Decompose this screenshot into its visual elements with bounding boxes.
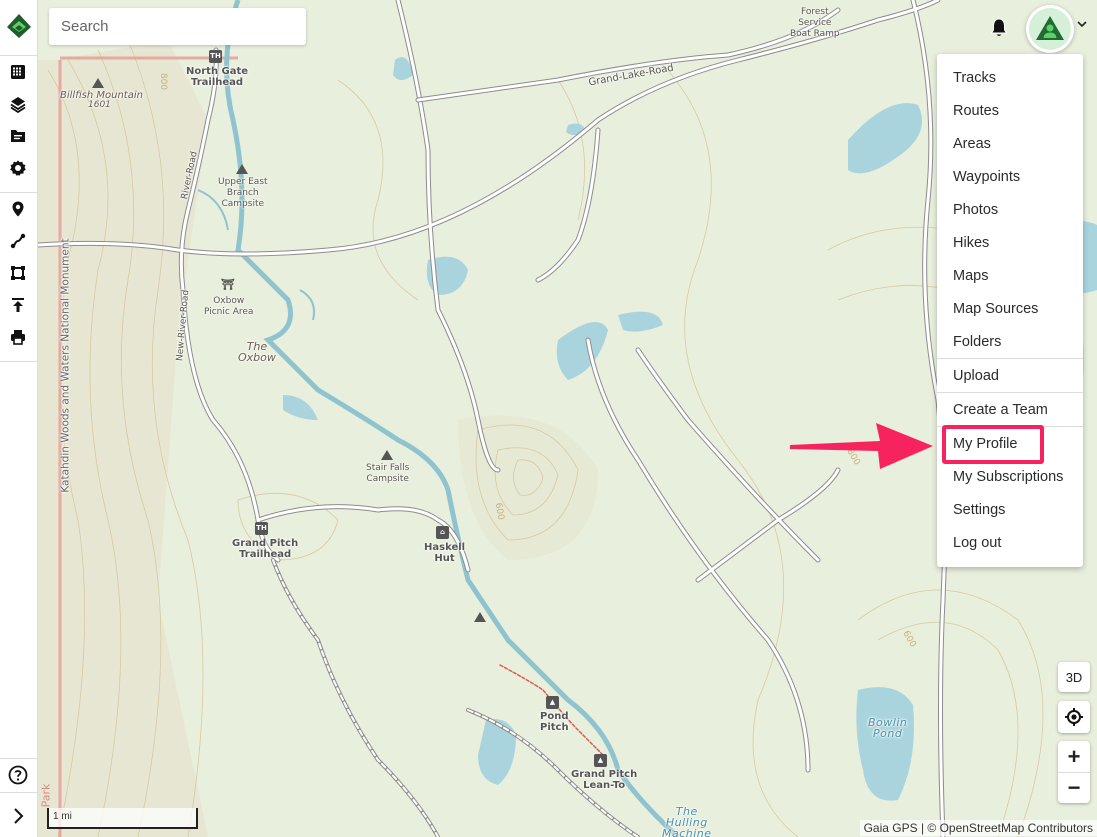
sidebar-divider bbox=[0, 55, 38, 56]
menu-item-routes[interactable]: Routes bbox=[953, 102, 999, 120]
menu-item-upload[interactable]: Upload bbox=[953, 367, 999, 385]
chevron-right-icon[interactable] bbox=[7, 805, 29, 827]
crosshair-icon bbox=[1065, 708, 1083, 726]
menu-item-folders[interactable]: Folders bbox=[953, 333, 1001, 351]
menu-item-hikes[interactable]: Hikes bbox=[953, 234, 989, 252]
map-label-oxbow-picnic-area: Oxbow Picnic Area bbox=[204, 296, 254, 317]
gear-icon[interactable] bbox=[7, 157, 29, 179]
map-label-upper-east-branch: Upper East Branch Campsite bbox=[218, 177, 268, 209]
help-icon[interactable] bbox=[7, 764, 29, 786]
zoom-out-button[interactable]: − bbox=[1058, 772, 1090, 803]
gaia-logo-icon[interactable] bbox=[6, 13, 32, 39]
menu-item-my-subscriptions[interactable]: My Subscriptions bbox=[953, 468, 1063, 486]
map-label-bowlin-pond: Bowlin Pond bbox=[868, 716, 908, 740]
campsite-icon bbox=[381, 450, 393, 460]
map-label-north-gate-trailhead: North Gate Trailhead bbox=[186, 66, 249, 88]
lean-to-icon: ▲ bbox=[546, 696, 559, 709]
left-sidebar bbox=[0, 0, 38, 837]
campsite-icon bbox=[236, 164, 248, 174]
campsite-icon bbox=[474, 612, 486, 622]
menu-item-my-profile[interactable]: My Profile bbox=[953, 435, 1017, 453]
picnic-icon: ⛩ bbox=[221, 278, 235, 291]
map-label-grand-pitch-trailhead: Grand Pitch Trailhead bbox=[232, 538, 299, 560]
chevron-down-icon[interactable] bbox=[1076, 17, 1088, 29]
map-label-stair-falls-campsite: Stair Falls Campsite bbox=[366, 463, 410, 484]
map-label-billfish-elevation: 1601 bbox=[88, 100, 111, 110]
menu-divider bbox=[937, 358, 1083, 359]
map-label-the-oxbow: The Oxbow bbox=[238, 340, 276, 364]
upload-icon[interactable] bbox=[7, 294, 29, 316]
map-attribution[interactable]: Gaia GPS | © OpenStreetMap Contributors bbox=[859, 820, 1097, 836]
sidebar-divider bbox=[0, 361, 38, 362]
hut-icon: ⌂ bbox=[436, 526, 449, 539]
menu-item-settings[interactable]: Settings bbox=[953, 501, 1005, 519]
bell-icon[interactable] bbox=[988, 17, 1010, 39]
sidebar-divider bbox=[0, 758, 38, 759]
menu-item-log-out[interactable]: Log out bbox=[953, 534, 1001, 552]
print-icon[interactable] bbox=[7, 326, 29, 348]
search-box bbox=[49, 8, 306, 45]
menu-item-map-sources[interactable]: Map Sources bbox=[953, 300, 1038, 318]
menu-item-maps[interactable]: Maps bbox=[953, 267, 988, 285]
map-label-forest-service-boat-ramp: Forest Service Boat Ramp bbox=[790, 7, 840, 39]
user-mountain-icon bbox=[1036, 16, 1064, 40]
calendar-grid-icon[interactable] bbox=[7, 61, 29, 83]
contour-label: 800 bbox=[158, 72, 169, 91]
map-label-haskell-hut: Haskell Hut bbox=[424, 542, 466, 564]
menu-item-tracks[interactable]: Tracks bbox=[953, 69, 996, 87]
menu-item-photos[interactable]: Photos bbox=[953, 201, 998, 219]
map-label-grand-pitch-lean-to: Grand Pitch Lean-To bbox=[571, 769, 638, 791]
area-icon[interactable] bbox=[7, 262, 29, 284]
folder-icon[interactable] bbox=[7, 125, 29, 147]
route-icon[interactable] bbox=[7, 230, 29, 252]
trailhead-icon: TH bbox=[255, 522, 268, 535]
menu-item-create-a-team[interactable]: Create a Team bbox=[953, 401, 1048, 419]
account-dropdown-menu: Tracks Routes Areas Waypoints Photos Hik… bbox=[937, 54, 1083, 567]
menu-item-areas[interactable]: Areas bbox=[953, 135, 991, 153]
map-label-hulling-machine: The Hulling Machine bbox=[662, 805, 712, 837]
locate-button[interactable] bbox=[1058, 701, 1090, 733]
zoom-controls: + − bbox=[1058, 741, 1090, 803]
menu-item-waypoints[interactable]: Waypoints bbox=[953, 168, 1020, 186]
search-input[interactable] bbox=[49, 8, 306, 45]
menu-divider bbox=[937, 426, 1083, 427]
sidebar-divider bbox=[0, 792, 38, 793]
3d-toggle-button[interactable]: 3D bbox=[1058, 662, 1090, 692]
map-label-katahdin-woods: Katahdin Woods and Waters National Monum… bbox=[59, 238, 72, 493]
lean-to-icon: ▲ bbox=[594, 754, 607, 767]
sidebar-divider bbox=[0, 192, 38, 193]
layers-icon[interactable] bbox=[7, 93, 29, 115]
avatar[interactable] bbox=[1026, 5, 1074, 53]
trailhead-icon: TH bbox=[209, 50, 222, 63]
scale-bar: 1 mi bbox=[47, 808, 198, 829]
peak-icon bbox=[92, 78, 104, 88]
menu-divider bbox=[937, 392, 1083, 393]
map-label-park: Park bbox=[39, 783, 53, 808]
map-pin-icon[interactable] bbox=[7, 198, 29, 220]
zoom-in-button[interactable]: + bbox=[1058, 741, 1090, 772]
avatar-image bbox=[1029, 8, 1071, 50]
map-label-pond-pitch: Pond Pitch bbox=[540, 711, 569, 733]
